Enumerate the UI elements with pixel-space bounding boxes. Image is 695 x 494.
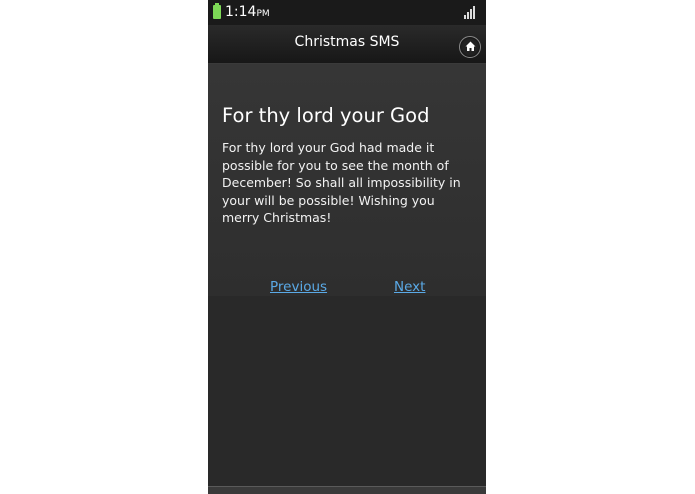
app-title: Christmas SMS [294,34,400,50]
status-clock: 1:14PM [225,3,270,23]
previous-link[interactable]: Previous [270,279,327,295]
next-link[interactable]: Next [394,279,425,295]
phone-screen: 1:14PM Christmas SMS For thy lord your G… [208,0,486,494]
empty-area [208,296,486,486]
home-icon [465,41,476,51]
home-button[interactable] [459,36,481,58]
bottom-strip [208,486,486,494]
clock-time: 1:14 [225,4,257,20]
signal-icon [464,5,478,19]
app-bar: Christmas SMS [208,25,486,64]
clock-ampm: PM [256,9,270,19]
message-body: For thy lord your God had made it possib… [222,140,461,225]
battery-icon [213,3,221,19]
message-panel: For thy lord your God For thy lord your … [208,64,486,296]
message-title: For thy lord your God [222,104,430,127]
status-bar: 1:14PM [208,0,486,25]
